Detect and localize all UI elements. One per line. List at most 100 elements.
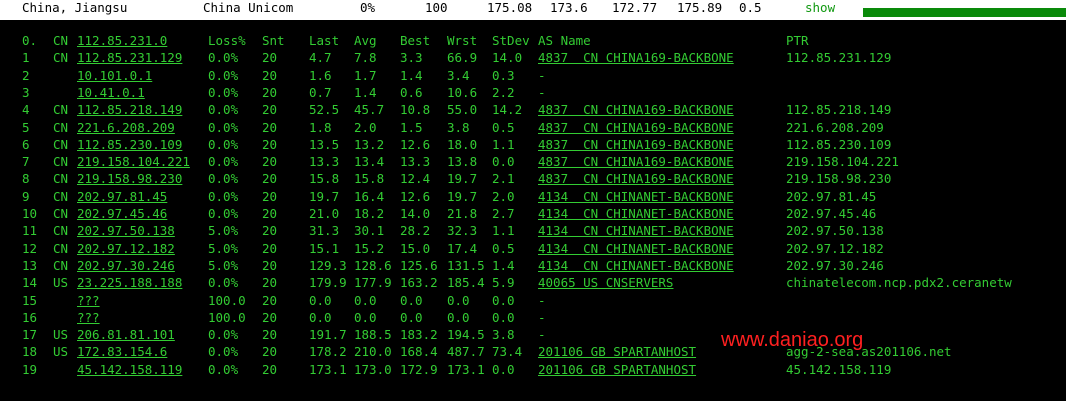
hop-snt: 20 [262, 119, 278, 135]
hop-as-name[interactable]: 4134 CN CHINANET-BACKBONE [538, 257, 734, 275]
hop-row: 4 CN 112.85.218.149 0.0% 20 52.5 45.7 10… [0, 101, 1066, 119]
hop-host-link[interactable]: 112.85.231.129 [77, 49, 182, 67]
hop-as-name[interactable]: 201106 GB SPARTANHOST [538, 361, 696, 379]
hop-as-name[interactable]: 4837 CN CHINA169-BACKBONE [538, 170, 734, 188]
col-stdev: StDev [492, 33, 530, 48]
hop-host-link[interactable]: 10.101.0.1 [77, 67, 152, 85]
hop-as-name[interactable]: 4134 CN CHINANET-BACKBONE [538, 205, 734, 223]
hop-host-link[interactable]: 172.83.154.6 [77, 343, 167, 361]
hop-ptr: 202.97.45.46 [786, 206, 877, 221]
hop-host-link[interactable]: 45.142.158.119 [77, 361, 182, 379]
hop-index: 7 [22, 154, 30, 170]
hop-last: 4.7 [309, 50, 332, 66]
hop-best: 12.6 [400, 188, 431, 204]
hop-last: 52.5 [309, 102, 340, 118]
hop-stdev: 14.0 [492, 50, 523, 66]
hop-ptr: 45.142.158.119 [786, 361, 892, 377]
hop-as-name[interactable]: 4837 CN CHINA169-BACKBONE [538, 153, 734, 171]
hop-as-name[interactable]: 40065 US CNSERVERS [538, 274, 673, 292]
hop-host-link[interactable]: 221.6.208.209 [77, 119, 175, 137]
hop-wrst: 21.8 [447, 206, 478, 221]
hop-avg: 30.1 [354, 223, 385, 239]
hop-last: 13.5 [309, 136, 340, 152]
hop-index: 8 [22, 171, 30, 187]
hop-as-name[interactable]: 4837 CN CHINA169-BACKBONE [538, 101, 734, 119]
hop-avg: 13.4 [354, 154, 385, 170]
hop-host-link[interactable]: ??? [77, 292, 100, 310]
col-index: 0. [22, 33, 38, 48]
hop-ptr: 202.97.12.182 [786, 240, 884, 256]
hop-host-link[interactable]: 112.85.218.149 [77, 101, 182, 119]
hop-snt: 20 [262, 275, 278, 291]
hop-stdev: 73.4 [492, 344, 523, 360]
hop-avg: 1.7 [354, 67, 377, 83]
hop-host-link[interactable]: 202.97.12.182 [77, 240, 175, 258]
hop-snt: 20 [262, 67, 278, 83]
hop-last: 129.3 [309, 257, 347, 273]
hop-snt: 20 [262, 292, 278, 308]
hop-last: 1.8 [309, 119, 332, 135]
hop-as-name[interactable]: 4837 CN CHINA169-BACKBONE [538, 119, 734, 137]
hop-host-link[interactable]: 202.97.81.45 [77, 188, 167, 206]
hop-as-name[interactable]: - [538, 84, 546, 102]
hop-host-link[interactable]: ??? [77, 309, 100, 327]
count-summary: 100 [425, 0, 448, 15]
hop-as-name[interactable]: 4134 CN CHINANET-BACKBONE [538, 222, 734, 240]
hop-as-name[interactable]: 4134 CN CHINANET-BACKBONE [538, 240, 734, 258]
hop-loss: 0.0% [208, 50, 239, 66]
hop-wrst: 185.4 [447, 275, 485, 291]
hop-row: 15 ??? 100.0 20 0.0 0.0 0.0 0.0 0.0 - [0, 292, 1066, 310]
hop-avg: 15.8 [354, 171, 385, 187]
summary-header: China, Jiangsu China Unicom 0% 100 175.0… [0, 0, 1066, 20]
hop-snt: 20 [262, 327, 278, 343]
hop-snt: 20 [262, 154, 278, 170]
hop-avg: 188.5 [354, 327, 392, 343]
hop-as-name[interactable]: 4837 CN CHINA169-BACKBONE [538, 136, 734, 154]
hop-as-name[interactable]: 4134 CN CHINANET-BACKBONE [538, 188, 734, 206]
hop-best: 1.5 [400, 119, 423, 135]
hop-loss: 0.0% [208, 84, 239, 100]
hop-index: 2 [22, 67, 30, 83]
hop-host-link[interactable]: 10.41.0.1 [77, 84, 145, 102]
hop-host-link[interactable]: 23.225.188.188 [77, 274, 182, 292]
hop-host-link[interactable]: 219.158.98.230 [77, 170, 182, 188]
col-host[interactable]: 112.85.231.0 [77, 32, 167, 50]
col-wrst: Wrst [447, 33, 478, 48]
hop-country: CN [53, 188, 69, 204]
hop-loss: 5.0% [208, 257, 239, 273]
hop-ptr: 112.85.230.109 [786, 136, 892, 152]
hop-as-name[interactable]: 4837 CN CHINA169-BACKBONE [538, 49, 734, 67]
progress-bar [863, 8, 1066, 17]
hop-host-link[interactable]: 112.85.230.109 [77, 136, 182, 154]
hop-avg: 13.2 [354, 136, 385, 152]
hop-host-link[interactable]: 219.158.104.221 [77, 153, 190, 171]
hop-host-link[interactable]: 206.81.81.101 [77, 326, 175, 344]
hop-as-name[interactable]: 201106 GB SPARTANHOST [538, 343, 696, 361]
hop-index: 12 [22, 240, 38, 256]
hop-wrst: 3.8 [447, 119, 470, 135]
hop-host-link[interactable]: 202.97.30.246 [77, 257, 175, 275]
hop-as-name[interactable]: - [538, 67, 546, 85]
hop-best: 163.2 [400, 275, 438, 291]
hop-index: 15 [22, 292, 38, 308]
mtr-output: 0. CN 112.85.231.0 Loss% Snt Last Avg Be… [0, 20, 1066, 401]
hop-as-name[interactable]: - [538, 309, 546, 327]
hop-avg: 1.4 [354, 84, 377, 100]
stdev-summary: 0.5 [739, 0, 762, 15]
hop-wrst: 3.4 [447, 67, 470, 83]
hop-host-link[interactable]: 202.97.50.138 [77, 222, 175, 240]
hop-country: CN [53, 154, 69, 170]
hop-as-name[interactable]: - [538, 326, 546, 344]
hop-best: 12.6 [400, 136, 431, 152]
hop-country: CN [53, 257, 69, 273]
hop-row: 9 CN 202.97.81.45 0.0% 20 19.7 16.4 12.6… [0, 188, 1066, 206]
hop-ptr: 202.97.30.246 [786, 257, 884, 273]
hop-host-link[interactable]: 202.97.45.46 [77, 205, 167, 223]
hop-wrst: 0.0 [447, 292, 470, 308]
hop-stdev: 1.1 [492, 136, 515, 152]
hop-stdev: 2.2 [492, 84, 515, 100]
hop-loss: 5.0% [208, 240, 239, 256]
hop-as-name[interactable]: - [538, 292, 546, 310]
col-avg: Avg [354, 33, 377, 48]
show-button[interactable]: show [805, 0, 835, 16]
